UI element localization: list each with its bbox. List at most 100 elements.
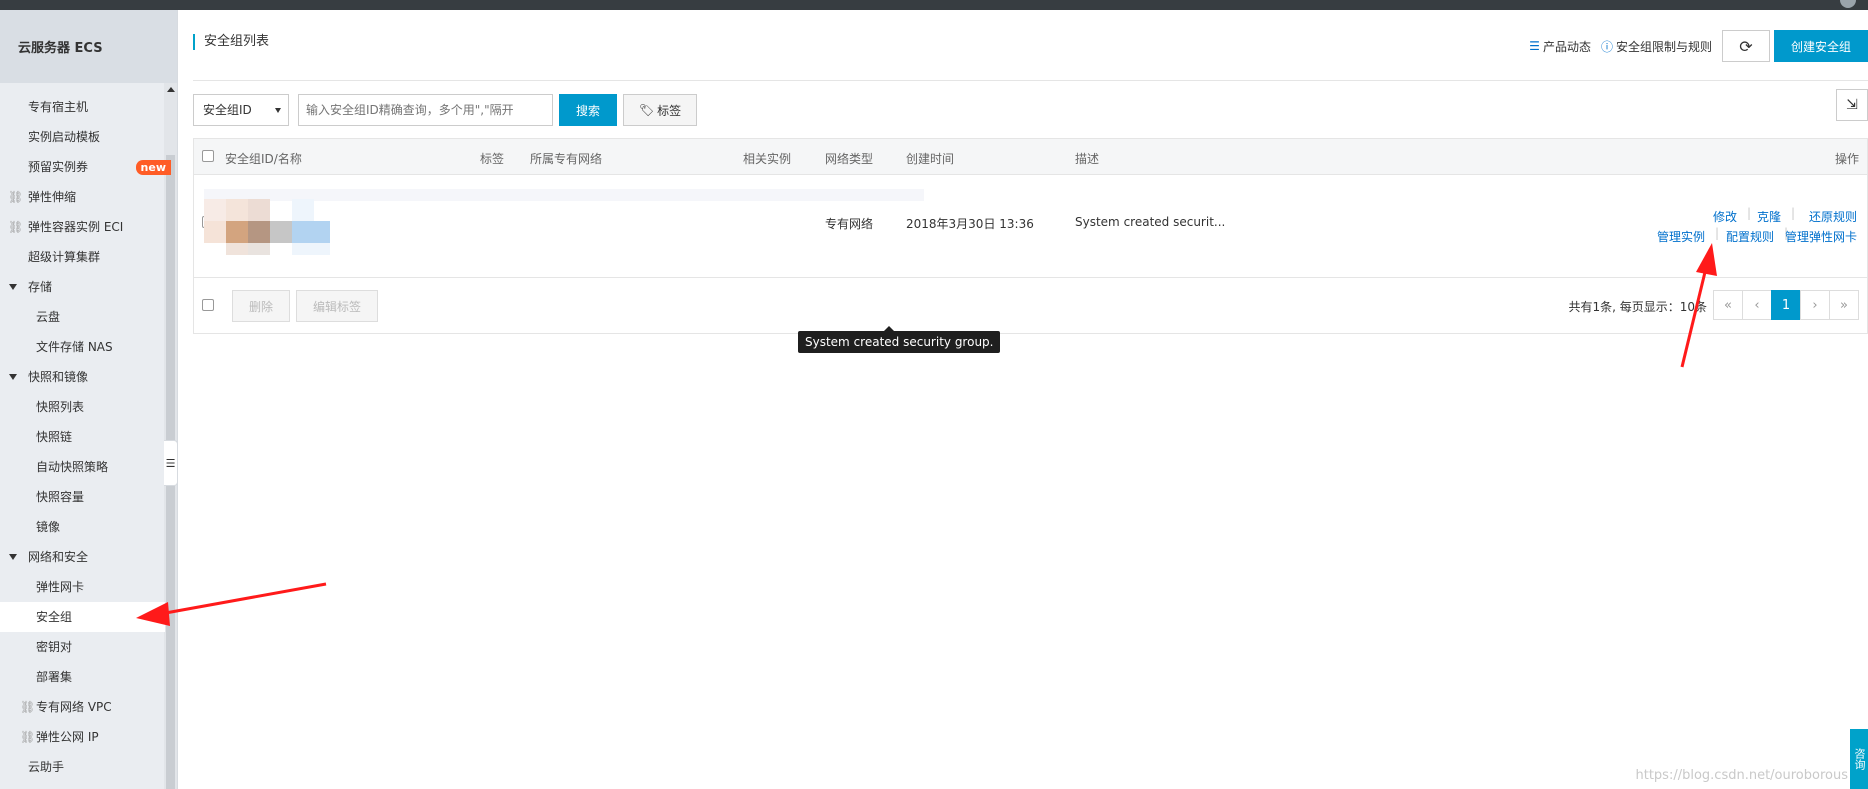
delete-button[interactable]: 删除 [232,290,290,322]
sidebar-item-label: 文件存储 NAS [36,340,113,354]
column-header: 网络类型 [825,152,874,166]
sidebar-item[interactable]: 快照列表 [0,392,165,422]
sidebar-item[interactable]: 云盘 [0,302,165,332]
sidebar-title: 云服务器 ECS [0,10,177,83]
sidebar-item-label: 快照链 [36,430,73,444]
security-group-table: 安全组ID/名称 标签 所属专有网络 相关实例 网络类型 创建时间 描述 操作 [193,138,1868,334]
restore-rules-link[interactable]: 还原规则 [1809,208,1857,225]
page-1-button[interactable]: 1 [1771,290,1801,320]
sidebar-item[interactable]: ⛓ 专有网络 VPC [0,692,165,722]
sidebar-item[interactable]: 快照容量 [0,482,165,512]
sidebar-menu: 专有宿主机 实例启动模板 预留实例券 new ⛓ 弹性伸缩 ⛓ 弹性容器实例 ECI 超级计算集… [0,92,171,782]
modify-link[interactable]: 修改 [1713,208,1737,225]
sidebar-item[interactable]: 密钥对 [0,632,165,662]
filter-select[interactable]: 安全组ID [193,94,289,126]
page-header: 安全组列表 ☰ 产品动态 ⓘ 安全组限制与规则 ⟳ 创建安全组 [193,10,1868,81]
limits-rules-link[interactable]: ⓘ 安全组限制与规则 [1601,38,1712,55]
refresh-button[interactable]: ⟳ [1721,30,1770,62]
refresh-icon: ⟳ [1739,36,1753,56]
sidebar-item[interactable]: 快照链 [0,422,165,452]
product-news-link[interactable]: ☰ 产品动态 [1529,38,1591,55]
select-all-checkbox[interactable] [202,150,214,162]
sidebar-item[interactable]: 部署集 [0,662,165,692]
sidebar-item-label: 弹性伸缩 [28,190,77,204]
search-input[interactable] [298,94,553,126]
sidebar-item-label: 密钥对 [36,640,73,654]
sidebar-item-label: 弹性公网 IP [36,730,99,744]
column-header: 描述 [1075,152,1100,166]
main-content: 安全组列表 ☰ 产品动态 ⓘ 安全组限制与规则 ⟳ 创建安全组 安全组ID 搜索… [178,10,1868,789]
top-bar [0,0,1868,10]
column-header: 操作 [1834,152,1859,166]
sidebar-item-label: 云盘 [36,310,61,324]
tag-button[interactable]: 🏷 标签 [623,94,697,126]
help-icon: ⓘ [1600,39,1613,54]
sidebar-item-label: 快照列表 [36,400,85,414]
page-title: 安全组列表 [193,34,269,50]
sidebar-item-label: 预留实例券 [28,160,89,174]
sidebar-item[interactable]: 弹性网卡 [0,572,165,602]
sidebar-item[interactable]: 专有宿主机 [0,92,165,122]
collapse-sidebar-icon[interactable]: ☰ [164,440,178,486]
clone-link[interactable]: 克隆 [1757,208,1781,225]
separator: | [1790,206,1795,220]
first-page-button[interactable]: « [1713,290,1743,320]
sidebar-item[interactable]: 安全组 [0,602,165,632]
sidebar-scrollbar[interactable] [164,83,177,789]
table-footer: 删除 编辑标签 共有1条, 每页显示：10条 « ‹ 1 › » [194,278,1867,333]
prev-page-button[interactable]: ‹ [1742,290,1772,320]
manage-instances-link[interactable]: 管理实例 [1657,228,1705,245]
description-tooltip: System created security group. [798,326,1001,353]
description[interactable]: System created securit... [1075,215,1225,229]
scroll-up-icon[interactable] [167,87,175,92]
search-button[interactable]: 搜索 [559,94,617,126]
sidebar-item-label: 存储 [28,280,53,294]
link-icon: ⛓ [8,220,24,234]
last-page-button[interactable]: » [1829,290,1859,320]
edit-tags-button[interactable]: 编辑标签 [296,290,378,322]
limits-rules-label: 安全组限制与规则 [1615,39,1712,54]
configure-rules-link[interactable]: 配置规则 [1726,228,1774,245]
sidebar-item[interactable]: ⛓ 弹性伸缩 [0,182,165,212]
column-header: 安全组ID/名称 [225,152,302,166]
sidebar-item[interactable]: 实例启动模板 [0,122,165,152]
product-news-label: 产品动态 [1542,39,1591,54]
watermark: https://blog.csdn.net/ouroborous [1635,768,1849,783]
sidebar-item[interactable]: 云助手 [0,752,165,782]
table-row: 专有网络 2018年3月30日 13:36 System created sec… [194,175,1867,278]
sidebar-item[interactable]: 快照和镜像 [0,362,165,392]
sidebar-item[interactable]: 预留实例券 new [0,152,171,182]
sidebar-item[interactable]: 超级计算集群 [0,242,165,272]
sidebar-item[interactable]: 存储 [0,272,165,302]
sidebar-item[interactable]: ⛓ 弹性容器实例 ECI [0,212,165,242]
sidebar-item[interactable]: ⛓ 弹性公网 IP [0,722,165,752]
pagination: « ‹ 1 › » [1713,290,1859,320]
column-header: 所属专有网络 [530,152,603,166]
create-security-group-button[interactable]: 创建安全组 [1773,30,1868,62]
export-button[interactable]: ⇲ [1836,89,1868,121]
sidebar-item[interactable]: 自动快照策略 [0,452,165,482]
link-icon: ⛓ [20,730,36,744]
sidebar-item[interactable]: 文件存储 NAS [0,332,165,362]
new-badge: new [135,160,171,175]
sidebar-item-label: 快照和镜像 [28,370,89,384]
tag-icon: 🏷 [638,103,655,117]
avatar[interactable] [1840,0,1856,8]
redacted-group-id [204,199,354,255]
sidebar: 云服务器 ECS 专有宿主机 实例启动模板 预留实例券 new ⛓ 弹性伸缩 ⛓ 弹性容器实例… [0,10,178,789]
sidebar-item-label: 快照容量 [36,490,85,504]
list-icon: ☰ [1529,39,1540,53]
sidebar-item-label: 弹性容器实例 ECI [28,220,124,234]
sidebar-item[interactable]: 镜像 [0,512,165,542]
link-icon: ⛓ [20,700,36,714]
sidebar-item-label: 网络和安全 [28,550,89,564]
sidebar-item-label: 自动快照策略 [36,460,109,474]
consult-button[interactable]: 咨询 [1850,729,1868,789]
footer-select-all-checkbox[interactable] [202,299,214,311]
network-type: 专有网络 [825,217,874,231]
sidebar-item[interactable]: 网络和安全 [0,542,165,572]
sidebar-item-label: 云助手 [28,760,65,774]
next-page-button[interactable]: › [1800,290,1830,320]
column-header: 创建时间 [906,152,955,166]
manage-eni-link[interactable]: 管理弹性网卡 [1785,228,1857,245]
